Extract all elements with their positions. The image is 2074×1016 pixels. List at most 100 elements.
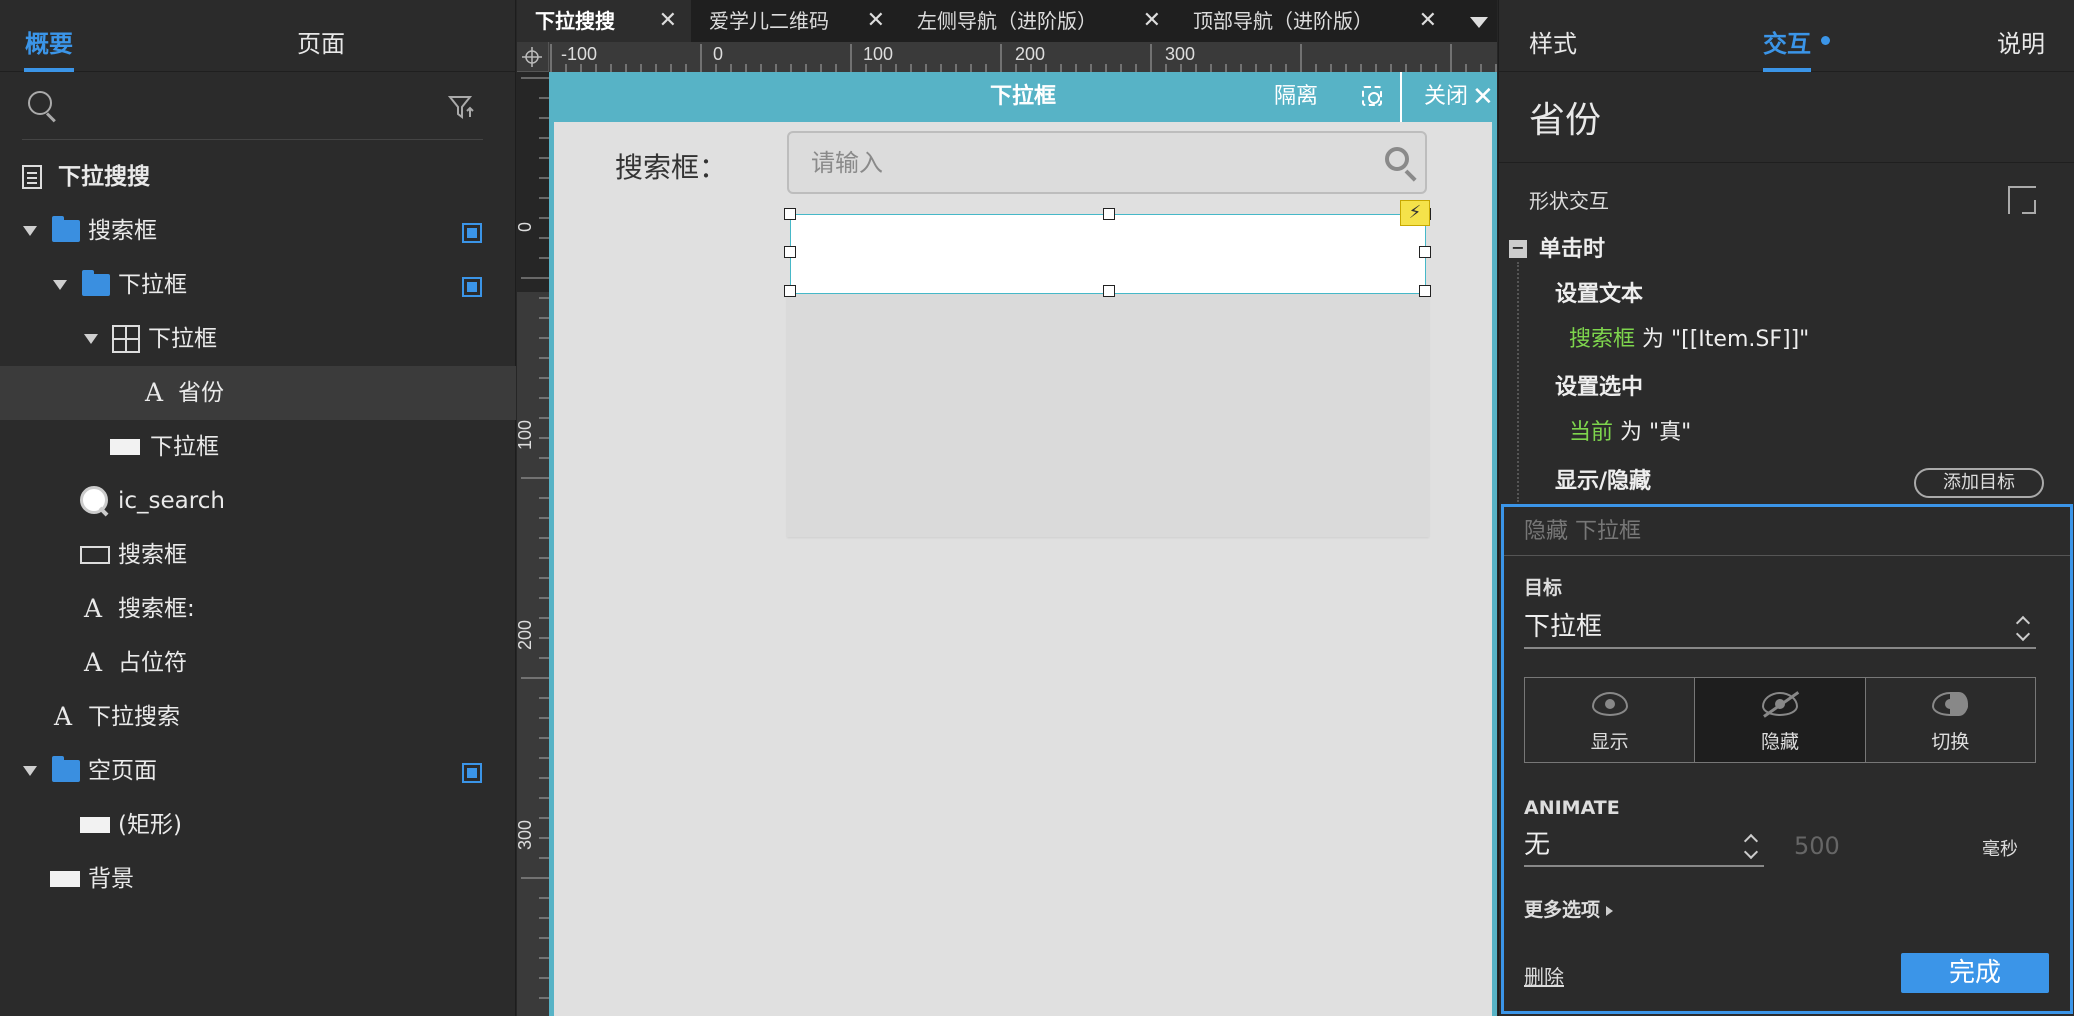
ruler-corner[interactable] (517, 42, 549, 72)
tree-item-text[interactable]: A 下拉搜索 (0, 690, 516, 744)
left-panel-tabs: 概要 页面 (0, 0, 516, 72)
eye-icon (1591, 692, 1628, 716)
animate-select[interactable]: 无 (1524, 825, 1764, 867)
event-on-click[interactable]: 单击时 (1539, 234, 1605, 266)
doc-tab[interactable]: 爱学儿二维码 ✕ (691, 0, 899, 42)
close-icon[interactable]: ✕ (867, 0, 885, 42)
close-icon[interactable]: ✕ (1472, 72, 1494, 122)
target-select[interactable]: 下拉框 (1524, 607, 2036, 649)
search-icon[interactable] (28, 91, 58, 121)
close-panel-button[interactable]: 关闭 (1424, 72, 1468, 122)
ruler-label: 100 (863, 44, 893, 64)
close-icon[interactable]: ✕ (1419, 0, 1437, 42)
add-target-button[interactable]: 添加目标 (1914, 468, 2044, 498)
duration-unit: 毫秒 (1982, 839, 2018, 860)
tree-item-text[interactable]: A 占位符 (0, 636, 516, 690)
tree-item-dynamic-panel[interactable]: 下拉框 (0, 312, 516, 366)
group-flag-icon[interactable] (462, 223, 482, 243)
caret-down-icon[interactable] (84, 334, 98, 344)
option-toggle[interactable]: 切换 (1866, 678, 2035, 762)
tab-outline[interactable]: 概要 (24, 24, 74, 72)
crosshair-icon (522, 47, 542, 67)
tab-notes[interactable]: 说明 (1997, 24, 2045, 64)
action-set-text-detail[interactable]: 搜索框 为 "[[Item.SF]]" (1569, 324, 1809, 356)
close-icon[interactable]: ✕ (1143, 0, 1161, 42)
isolate-icon[interactable] (1362, 86, 1382, 106)
tab-style[interactable]: 样式 (1529, 24, 1577, 64)
option-hide[interactable]: 隐藏 (1695, 678, 1866, 762)
action-value: 为 "真" (1620, 420, 1692, 445)
option-show[interactable]: 显示 (1525, 678, 1696, 762)
tree-item-image[interactable]: ic_search (0, 474, 516, 528)
collapse-icon[interactable]: − (1509, 240, 1527, 258)
tree-item-rectangle[interactable]: (矩形) (0, 798, 516, 852)
delete-link[interactable]: 删除 (1524, 963, 1564, 991)
action-editor-title: 隐藏 下拉框 (1524, 519, 1641, 544)
caret-down-icon[interactable] (23, 226, 37, 236)
action-show-hide[interactable]: 显示/隐藏 (1555, 466, 1651, 498)
text-field-icon (80, 546, 110, 564)
doc-tab[interactable]: 左侧导航（进阶版） ✕ (899, 0, 1175, 42)
resize-handle[interactable] (1103, 208, 1115, 220)
action-set-text[interactable]: 设置文本 (1555, 279, 1643, 311)
tree-item-label: 搜索框 (88, 218, 157, 244)
inspector-panel: 样式 交互 说明 省份 形状交互 − 单击时 设置文本 搜索框 为 "[[Ite… (1498, 0, 2074, 1016)
design-canvas[interactable]: 下拉框 隔离 关闭 ✕ 搜索框： 请输入 ⚡ (549, 72, 1497, 1016)
section-title: 形状交互 (1529, 189, 1609, 213)
tree-item-group[interactable]: 空页面 (0, 744, 516, 798)
action-set-selected-detail[interactable]: 当前 为 "真" (1569, 417, 1691, 449)
tab-pages[interactable]: 页面 (296, 24, 346, 64)
eye-toggle-icon (1932, 692, 1969, 716)
caret-down-icon[interactable] (53, 280, 67, 290)
tree-item-label: (矩形) (118, 812, 182, 838)
filter-icon[interactable] (448, 93, 476, 121)
resize-handle[interactable] (784, 285, 796, 297)
tree-item-page[interactable]: 下拉搜搜 (0, 150, 516, 204)
group-flag-icon[interactable] (462, 763, 482, 783)
selected-province-widget[interactable] (790, 214, 1426, 294)
search-placeholder: 请输入 (811, 149, 883, 177)
isolate-button[interactable]: 隔离 (1274, 72, 1318, 122)
tabs-dropdown-icon[interactable] (1470, 17, 1488, 28)
tree-item-rectangle[interactable]: 背景 (0, 852, 516, 906)
horizontal-ruler[interactable]: -100 0 100 200 300 (549, 42, 1497, 72)
doc-tab[interactable]: 下拉搜搜 ✕ (517, 0, 691, 42)
close-icon[interactable]: ✕ (659, 0, 677, 42)
action-editor: 隐藏 下拉框 目标 下拉框 显示 隐藏 切换 ANIMATE 无 500 毫秒 … (1501, 504, 2073, 1014)
resize-handle[interactable] (1419, 246, 1431, 258)
folder-icon (52, 216, 80, 242)
page-icon (22, 165, 42, 189)
vertical-ruler-ticks: 0 100 200 300 (517, 72, 549, 999)
search-input[interactable]: 请输入 (787, 131, 1427, 194)
action-set-selected[interactable]: 设置选中 (1555, 372, 1643, 404)
tree-item-rectangle[interactable]: 下拉框 (0, 420, 516, 474)
tree-item-text-selected[interactable]: A 省份 (0, 366, 516, 420)
tree-item-text[interactable]: A 搜索框: (0, 582, 516, 636)
group-flag-icon[interactable] (462, 277, 482, 297)
resize-handle[interactable] (784, 208, 796, 220)
dropdown-panel-area[interactable] (787, 287, 1429, 537)
doc-tab[interactable]: 顶部导航（进阶版） ✕ (1175, 0, 1451, 42)
interaction-editor-icon[interactable] (2008, 186, 2036, 214)
tree-item-group[interactable]: 下拉框 (0, 258, 516, 312)
doc-tab-label: 左侧导航（进阶版） (917, 9, 1097, 33)
vertical-ruler[interactable]: 0 100 200 300 (517, 72, 549, 1016)
search-icon[interactable] (1385, 147, 1419, 181)
resize-handle[interactable] (1103, 285, 1115, 297)
ruler-label: 100 (517, 420, 535, 450)
edit-bar-divider (1400, 72, 1402, 122)
option-label: 显示 (1590, 731, 1629, 753)
tab-interactions[interactable]: 交互 (1763, 24, 1811, 72)
action-target: 当前 (1569, 420, 1614, 445)
resize-handle[interactable] (784, 246, 796, 258)
interaction-bolt-icon[interactable]: ⚡ (1400, 200, 1430, 226)
duration-input[interactable]: 500 (1794, 827, 1840, 865)
done-button[interactable]: 完成 (1901, 953, 2049, 993)
tree-item-text-field[interactable]: 搜索框 (0, 528, 516, 582)
caret-down-icon[interactable] (23, 766, 37, 776)
search-box-label[interactable]: 搜索框： (615, 148, 727, 188)
more-options-toggle[interactable]: 更多选项 (1524, 897, 1614, 923)
tree-item-group[interactable]: 搜索框 (0, 204, 516, 258)
resize-handle[interactable] (1419, 285, 1431, 297)
element-name[interactable]: 省份 (1529, 96, 1601, 146)
